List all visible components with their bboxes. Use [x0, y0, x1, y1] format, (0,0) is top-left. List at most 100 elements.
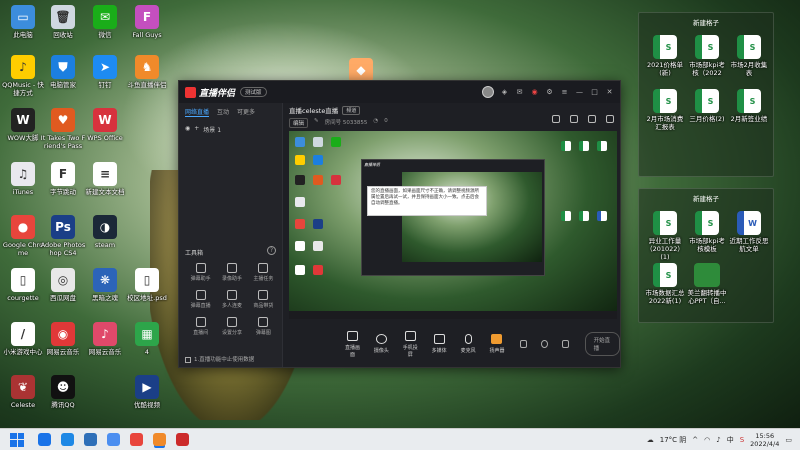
phone-cast-button[interactable]: 手机投屏: [401, 330, 420, 358]
tool-item[interactable]: 录像助手: [216, 263, 247, 282]
desktop-icon[interactable]: ✉ 微信: [82, 5, 128, 39]
settings-icon[interactable]: ⚙: [545, 88, 554, 97]
tool-item[interactable]: 弹幕助手: [185, 263, 216, 282]
media-button[interactable]: 多媒体: [430, 334, 449, 354]
record-icon[interactable]: ◉: [530, 88, 539, 97]
taskbar-app-icon[interactable]: [107, 433, 120, 446]
desktop-icon[interactable]: ▯ 校区地址.psd: [124, 268, 170, 302]
taskbar-app-icon[interactable]: [61, 433, 74, 446]
microphone-button[interactable]: 麦克风: [459, 334, 478, 354]
layout-icon[interactable]: [570, 115, 578, 123]
fence-file-icon[interactable]: 美兰翻转播中心PPT（自...: [687, 263, 727, 305]
footer-notice[interactable]: 1.直播功能中止使用数据: [185, 355, 254, 363]
taskbar-app-icon[interactable]: [153, 433, 166, 446]
tab-interact[interactable]: 互动: [217, 107, 229, 117]
desktop-icon[interactable]: F 字节跳动: [40, 162, 86, 196]
fence-file-icon[interactable]: S 三月价格(2): [687, 89, 727, 123]
notification-icon[interactable]: ▭: [785, 436, 792, 444]
taskbar-app-icon[interactable]: [84, 433, 97, 446]
fence-file-label: 市场2月收集表: [730, 61, 768, 77]
tool-item[interactable]: 多人连麦: [216, 290, 247, 309]
sync-icon[interactable]: [541, 340, 548, 348]
input-method-icon[interactable]: S: [740, 436, 744, 444]
desktop-icon[interactable]: 🗑 回收站: [40, 5, 86, 39]
camera-button[interactable]: 摄像头: [372, 334, 391, 354]
menu-icon[interactable]: ≡: [560, 88, 569, 97]
start-live-button[interactable]: 开始直播: [584, 332, 620, 356]
live-streaming-app-window[interactable]: 直播伴侣 测试版 ◈ ✉ ◉ ⚙ ≡ — □ ✕ 网络直播 互动 可更多 ◉ +…: [178, 80, 621, 368]
tool-item[interactable]: 弹幕图: [248, 317, 279, 336]
tool-item[interactable]: 商品带货: [248, 290, 279, 309]
tool-item[interactable]: 设置分享: [216, 317, 247, 336]
user-avatar[interactable]: [482, 86, 494, 98]
app-titlebar[interactable]: 直播伴侣 测试版 ◈ ✉ ◉ ⚙ ≡ — □ ✕: [179, 81, 620, 103]
windows-start-icon[interactable]: [10, 432, 24, 447]
lock-icon[interactable]: [552, 115, 560, 123]
stream-preview[interactable]: 直播伴侣 您的直播画面，如果画面尺寸不正确，请调整视频源所属位置后再试一试，并且…: [289, 131, 617, 319]
tool-item[interactable]: 直播间: [185, 317, 216, 336]
fence-file-icon[interactable]: S 市场2月收集表: [729, 35, 769, 77]
desktop-icon[interactable]: ❋ 黑暗之魂: [82, 268, 128, 302]
tab-more[interactable]: 可更多: [237, 107, 255, 117]
desktop-icon[interactable]: F Fall Guys: [124, 5, 170, 39]
desktop-icon[interactable]: ▶ 优酷视频: [124, 375, 170, 409]
desktop-icon[interactable]: ◉ 网易云音乐: [40, 322, 86, 356]
tool-item[interactable]: 主播任务: [248, 263, 279, 282]
desktop-icon[interactable]: W WPS Office: [82, 108, 128, 142]
desktop-icon[interactable]: ➤ 钉钉: [82, 55, 128, 89]
speaker-button[interactable]: 扬声器: [488, 334, 507, 354]
desktop-icon[interactable]: ♪ 网易云音乐: [82, 322, 128, 356]
share-icon[interactable]: [606, 115, 614, 123]
chevron-up-icon[interactable]: ^: [692, 436, 698, 444]
fence-file-icon[interactable]: W 近期工作反思航文单: [729, 211, 769, 253]
message-icon[interactable]: ✉: [515, 88, 524, 97]
desktop-icon[interactable]: ♥ It Takes Two Friend's Pass: [40, 108, 86, 150]
taskbar-app-icon[interactable]: [130, 433, 143, 446]
weather[interactable]: 17°C 阴: [660, 435, 687, 445]
gear-icon[interactable]: [561, 340, 569, 348]
link-icon[interactable]: [588, 115, 596, 123]
desktop-icon[interactable]: Ps Adobe Photoshop CS4: [40, 215, 86, 257]
taskbar-app-icon[interactable]: [176, 433, 189, 446]
version-badge[interactable]: 测试版: [240, 87, 267, 97]
fence-file-label: 近期工作反思航文单: [729, 237, 769, 253]
network-icon[interactable]: ◠: [704, 436, 710, 444]
maximize-icon[interactable]: □: [590, 88, 599, 97]
fence-file-icon[interactable]: S 市场部kpi考核（2022: [687, 35, 727, 77]
desktop-icon[interactable]: ♞ 斗鱼直播伴侣: [124, 55, 170, 89]
fence-file-icon[interactable]: S 2月市场消费汇报表: [645, 89, 685, 131]
fence-file-label: 美兰翻转播中心PPT（自...: [687, 289, 727, 305]
fence-file-icon[interactable]: S 2021价格单(新): [645, 35, 685, 77]
desktop-icon[interactable]: ◑ steam: [82, 215, 128, 249]
camera-small-icon[interactable]: [520, 340, 528, 348]
screen-capture-button[interactable]: 直播画面: [343, 330, 362, 358]
fence-file-icon[interactable]: S 市场数据汇总2022新(1): [645, 263, 685, 305]
minimize-icon[interactable]: —: [575, 88, 584, 97]
ime-indicator[interactable]: 中: [727, 435, 734, 445]
fence-file-icon[interactable]: S 异业工作量（201022）(1): [645, 211, 685, 261]
tool-item[interactable]: 弹幕直播: [185, 290, 216, 309]
desktop-icon[interactable]: ▦ 4: [124, 322, 170, 356]
room-id: 房间号 5033855: [324, 120, 368, 126]
taskbar-app-icon[interactable]: [38, 433, 51, 446]
edit-tag[interactable]: 编辑: [289, 118, 309, 128]
close-icon[interactable]: ✕: [605, 88, 614, 97]
fence-file-icon[interactable]: S 市场部kpi考核模板: [687, 211, 727, 253]
fence-file-icon[interactable]: S 2月新签业绩: [729, 89, 769, 123]
volume-icon[interactable]: ♪: [716, 436, 720, 444]
scene-item[interactable]: ◉ + 场景 1: [179, 121, 282, 138]
eye-icon[interactable]: ◉: [185, 125, 190, 134]
room-title[interactable]: 直播celeste直播: [289, 105, 338, 115]
desktop-icon[interactable]: ≡ 新建文本文档: [82, 162, 128, 196]
clock[interactable]: 15:56 2022/4/4: [750, 432, 779, 448]
pencil-icon[interactable]: ✎: [314, 118, 319, 128]
desktop-icon-label: Adobe Photoshop CS4: [40, 241, 86, 257]
desktop-icon[interactable]: ☻ 腾讯QQ: [40, 375, 86, 409]
desktop-icon[interactable]: ⛊ 电脑管家: [40, 55, 86, 89]
add-icon[interactable]: +: [194, 125, 199, 134]
tab-live[interactable]: 网络直播: [185, 107, 210, 117]
help-icon[interactable]: ?: [267, 246, 276, 255]
room-tag[interactable]: 频道: [342, 105, 361, 115]
desktop-icon[interactable]: ◎ 西瓜网盘: [40, 268, 86, 302]
skin-icon[interactable]: ◈: [500, 88, 509, 97]
